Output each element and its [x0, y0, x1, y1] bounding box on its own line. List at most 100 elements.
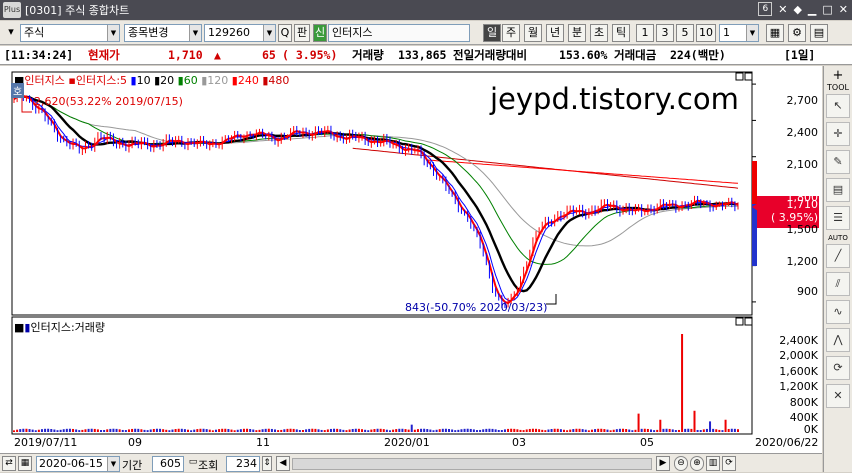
period-month-button[interactable]: 월 [524, 24, 542, 42]
view-spin-icon[interactable]: ⇕ [262, 456, 272, 471]
volume-bar [643, 428, 646, 432]
volume-bar [121, 429, 124, 432]
close-icon[interactable]: ✕ [839, 3, 848, 16]
zoom-out-icon[interactable]: ⊖ [674, 456, 688, 471]
dropdown-icon[interactable]: ▾ [3, 24, 19, 42]
volume-bar [336, 428, 339, 432]
amount-label: 거래대금 [614, 48, 657, 62]
period-day-button[interactable]: 일 [483, 24, 501, 42]
text-icon[interactable]: ✎ [826, 150, 850, 174]
period-tick-button[interactable]: 틱 [612, 24, 630, 42]
volume-bar [681, 334, 684, 432]
fibonacci-icon[interactable]: ☰ [826, 206, 850, 230]
pan-button[interactable]: 판 [294, 24, 310, 42]
y-tick-1500: 1,500 [786, 223, 819, 236]
volume-bar [538, 429, 541, 432]
stock-code-input[interactable]: 129260 ▼ [204, 24, 276, 42]
maximize-icon[interactable]: □ [822, 3, 832, 16]
restore-icon[interactable]: ◆ [793, 3, 801, 16]
delete-icon[interactable]: ✕ [826, 384, 850, 408]
volume-bar [196, 429, 199, 432]
volume-bar [594, 429, 597, 432]
refresh-chart-icon[interactable]: ⟳ [722, 456, 736, 471]
channel-icon[interactable]: ⫽ [826, 272, 850, 296]
calendar-icon[interactable]: ▦ [18, 456, 32, 471]
pin-icon[interactable]: ✕ [778, 3, 787, 16]
zigzag-icon[interactable]: ⋀ [826, 328, 850, 352]
volume-bar [382, 429, 385, 432]
period-input[interactable]: 605 [152, 456, 184, 472]
volume-bar [137, 428, 140, 432]
vol-tick-0k: 0K [803, 423, 818, 436]
prev-volume-label: 전일거래량대비 [453, 48, 528, 62]
change-stock-button[interactable]: 종목변경 ▼ [124, 24, 202, 42]
interval-1-button[interactable]: 1 [636, 24, 654, 42]
period-week-button[interactable]: 주 [502, 24, 520, 42]
quote-badge[interactable]: 호 [11, 83, 25, 98]
volume-legend: ■▮인터지스:거래량 [14, 319, 105, 335]
chart-svg[interactable] [0, 66, 822, 472]
refresh-icon[interactable]: ⟳ [826, 356, 850, 380]
scrollbar-track[interactable] [292, 458, 652, 470]
volume-bar [649, 429, 652, 432]
volume-bar [737, 429, 739, 432]
volume-bar [59, 429, 62, 432]
volume-bar [634, 429, 637, 432]
price-range-down-bar [752, 204, 757, 266]
zoom-in-icon[interactable]: ⊕ [690, 456, 704, 471]
period-year-button[interactable]: 년 [546, 24, 564, 42]
scroll-right-icon[interactable]: ▶ [656, 456, 670, 471]
legend-ma20: 20 [160, 74, 175, 87]
volume-bar [367, 430, 370, 432]
search-icon[interactable]: Q [278, 24, 292, 42]
volume-bar [600, 428, 603, 432]
volume-bar [227, 429, 230, 432]
app-logo: Plus [3, 2, 21, 18]
interval-10-button[interactable]: 10 [696, 24, 716, 42]
date-input[interactable]: 2020-06-15 ▼ [36, 456, 120, 472]
volume-bar [44, 428, 47, 432]
volume-bar [631, 430, 634, 432]
volume-bar [34, 430, 37, 432]
grid-icon[interactable]: ▦ [766, 24, 784, 42]
volume-bar [491, 428, 494, 432]
trendline-icon[interactable]: ╱ [826, 244, 850, 268]
window-title: [0301] 주식 종합차트 [25, 4, 130, 17]
volume-bar [531, 428, 534, 432]
print-icon[interactable]: ▤ [810, 24, 828, 42]
volume-bar [320, 429, 323, 432]
gear-icon[interactable]: ⚙ [788, 24, 806, 42]
auto-label[interactable]: AUTO [824, 234, 852, 242]
chart-area[interactable]: ■인터지스 ▪인터지스:5 ▮10 ▮20 ▮60 ▮120 ▮240 ▮480… [0, 66, 822, 472]
scroll-left-icon[interactable]: ◀ [276, 456, 290, 471]
interval-input[interactable]: 1 ▼ [719, 24, 759, 42]
volume-bar [339, 429, 342, 432]
price-info-bar: [11:34:24] 현재가 1,710 ▲ 65 ( 3.95%) 거래량 1… [0, 46, 852, 65]
period-tag[interactable]: [1일] [784, 46, 815, 64]
swap-icon[interactable]: ⇄ [2, 456, 16, 471]
wave-icon[interactable]: ∿ [826, 300, 850, 324]
volume-bar [202, 428, 205, 432]
crosshair-icon[interactable]: ✛ [826, 122, 850, 146]
chart-type-icon[interactable]: ▥ [706, 456, 720, 471]
volume-bar [115, 428, 118, 432]
cursor-icon[interactable]: ↖ [826, 94, 850, 118]
legend-ma5: 인터지스:5 [75, 74, 128, 87]
interval-5-button[interactable]: 5 [676, 24, 694, 42]
window-count[interactable]: 6 [758, 2, 773, 16]
view-input[interactable]: 234 [226, 456, 260, 472]
volume-bar [364, 429, 367, 432]
period-second-button[interactable]: 초 [590, 24, 608, 42]
volume-bar [401, 428, 404, 432]
volume-bar [329, 428, 332, 432]
chart-list-icon[interactable]: ▤ [826, 178, 850, 202]
volume-bar [286, 428, 289, 432]
volume-bar [488, 428, 491, 432]
market-select[interactable]: 주식 ▼ [20, 24, 120, 42]
volume-bar [199, 428, 202, 432]
minimize-icon[interactable]: ▁ [808, 3, 816, 16]
period-minute-button[interactable]: 분 [568, 24, 586, 42]
volume-bar [625, 429, 628, 432]
volume-bar [295, 429, 298, 432]
interval-3-button[interactable]: 3 [656, 24, 674, 42]
